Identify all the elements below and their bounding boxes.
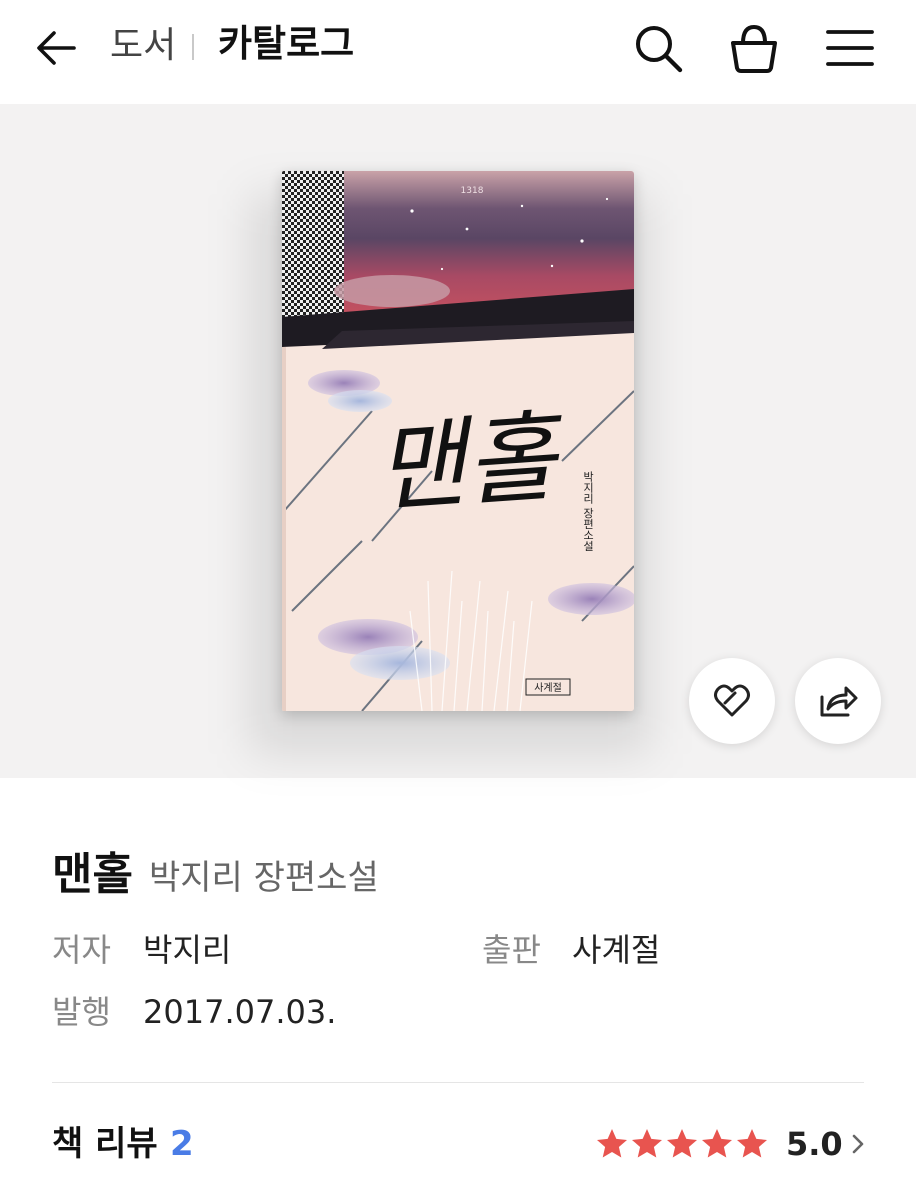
- review-count: 2: [170, 1124, 194, 1164]
- share-icon: [820, 686, 858, 717]
- author-value[interactable]: 박지리: [143, 928, 231, 972]
- breadcrumb-divider: [192, 34, 194, 60]
- published-value: 2017.07.03.: [143, 993, 337, 1031]
- share-button[interactable]: [795, 658, 881, 744]
- book-subtitle: 박지리 장편소설: [148, 858, 379, 898]
- breadcrumb-parent[interactable]: 도서: [110, 22, 176, 70]
- book-cover-image[interactable]: 1318 맨홀 박지리 장편소설 사계절: [282, 171, 634, 711]
- book-title: 맨홀: [52, 849, 133, 900]
- cover-series-mark: 1318: [461, 186, 484, 196]
- book-review-row[interactable]: 책 리뷰 2 5.0: [52, 1118, 864, 1170]
- star-icon: [632, 1129, 662, 1158]
- publisher-value[interactable]: 사계절: [572, 928, 660, 972]
- star-icon: [667, 1129, 697, 1158]
- star-icon: [597, 1129, 627, 1158]
- star-rating: [594, 1126, 769, 1162]
- shopping-bag-icon: [731, 24, 777, 73]
- breadcrumb-current[interactable]: 카탈로그: [218, 20, 354, 68]
- published-label: 발행: [52, 993, 111, 1031]
- star-icon: [737, 1129, 767, 1158]
- book-cover-area: 1318 맨홀 박지리 장편소설 사계절: [0, 104, 916, 778]
- cover-author-line: 박지리 장편소설: [582, 471, 595, 552]
- section-divider: [52, 1082, 864, 1083]
- menu-button[interactable]: [822, 20, 878, 76]
- like-button[interactable]: [689, 658, 775, 744]
- arrow-left-icon: [37, 31, 76, 65]
- review-label: 책 리뷰: [52, 1124, 158, 1164]
- cover-publisher-logo: 사계절: [534, 681, 562, 694]
- hamburger-menu-icon: [826, 30, 874, 66]
- author-label: 저자: [52, 931, 111, 969]
- search-button[interactable]: [630, 20, 686, 76]
- chevron-right-icon[interactable]: [848, 1130, 868, 1158]
- publisher-label: 출판: [482, 931, 541, 969]
- top-bar: 도서 카탈로그: [0, 0, 916, 104]
- back-button[interactable]: [30, 22, 82, 74]
- book-title-row: 맨홀 박지리 장편소설: [52, 838, 379, 902]
- cart-button[interactable]: [726, 20, 782, 76]
- rating-value: 5.0: [786, 1125, 843, 1163]
- cover-title: 맨홀: [372, 400, 570, 527]
- search-icon: [636, 26, 683, 73]
- heart-icon: [714, 684, 750, 717]
- star-icon: [702, 1129, 732, 1158]
